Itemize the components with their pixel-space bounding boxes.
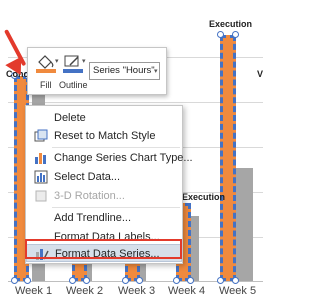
fill-label: Fill: [40, 80, 52, 90]
select-data-icon: [34, 170, 48, 184]
fill-color-swatch: [36, 69, 56, 73]
outline-label: Outline: [59, 80, 88, 90]
x-tick-week-1: Week 1: [15, 285, 53, 297]
clipped-label-right: V: [257, 69, 263, 79]
annotation-highlight-box: [25, 239, 182, 259]
menu-item-label: Reset to Match Style: [54, 130, 156, 142]
hours-series-bar-week-5[interactable]: [220, 35, 236, 281]
menu-item-3d-rotation: 3-D Rotation...: [26, 187, 182, 205]
selection-handle[interactable]: [122, 277, 129, 284]
menu-separator: [52, 207, 180, 208]
series-select-value: Series "Hours": [93, 65, 155, 76]
series-select[interactable]: Series "Hours": [89, 62, 160, 80]
gray-series-bar-week-5[interactable]: [236, 168, 253, 281]
selection-handle[interactable]: [217, 31, 224, 38]
selection-handle[interactable]: [11, 277, 18, 284]
menu-item-label: 3-D Rotation...: [54, 190, 125, 202]
menu-item-label: Add Trendline...: [54, 212, 132, 224]
mini-toolbar: ▾ Fill ▾ Outline Series "Hours" ▾: [27, 47, 167, 95]
selection-handle[interactable]: [187, 277, 194, 284]
selection-handle[interactable]: [232, 31, 239, 38]
selection-handle[interactable]: [136, 277, 143, 284]
menu-separator: [52, 147, 180, 148]
series-label-week-4: Execution: [182, 192, 226, 202]
x-tick-week-4: Week 4: [168, 285, 206, 297]
outline-color-swatch: [63, 69, 83, 73]
fill-button[interactable]: ▾ Fill: [34, 53, 60, 91]
outline-button[interactable]: ▾ Outline: [59, 53, 88, 91]
reset-style-icon: [34, 129, 48, 142]
rotation-3d-icon: [35, 190, 47, 202]
menu-item-reset-style[interactable]: Reset to Match Style: [26, 127, 182, 145]
selection-handle[interactable]: [173, 277, 180, 284]
series-label-week-5: Execution: [209, 19, 253, 29]
menu-item-add-trendline[interactable]: Add Trendline...: [26, 209, 182, 227]
menu-item-label: Change Series Chart Type...: [54, 152, 193, 164]
menu-item-label: Delete: [54, 112, 86, 124]
chart-type-icon: [35, 153, 46, 164]
x-tick-week-2: Week 2: [66, 285, 104, 297]
selection-handle[interactable]: [232, 277, 239, 284]
menu-item-delete[interactable]: Delete: [26, 109, 182, 127]
x-tick-week-3: Week 3: [118, 285, 156, 297]
selection-handle[interactable]: [83, 277, 90, 284]
chevron-down-icon: ▾: [55, 58, 59, 65]
menu-item-select-data[interactable]: Select Data...: [26, 168, 182, 186]
x-tick-week-5: Week 5: [219, 285, 257, 297]
menu-item-change-chart-type[interactable]: Change Series Chart Type...: [26, 149, 193, 167]
menu-item-label: Select Data...: [54, 171, 121, 183]
chart-area: Execution Execution Conce V Week 1 Week …: [0, 0, 263, 300]
chevron-down-icon[interactable]: ▾: [154, 67, 158, 75]
selection-handle[interactable]: [217, 277, 224, 284]
selection-handle[interactable]: [69, 277, 76, 284]
selection-handle[interactable]: [24, 277, 31, 284]
chevron-down-icon: ▾: [82, 58, 86, 65]
